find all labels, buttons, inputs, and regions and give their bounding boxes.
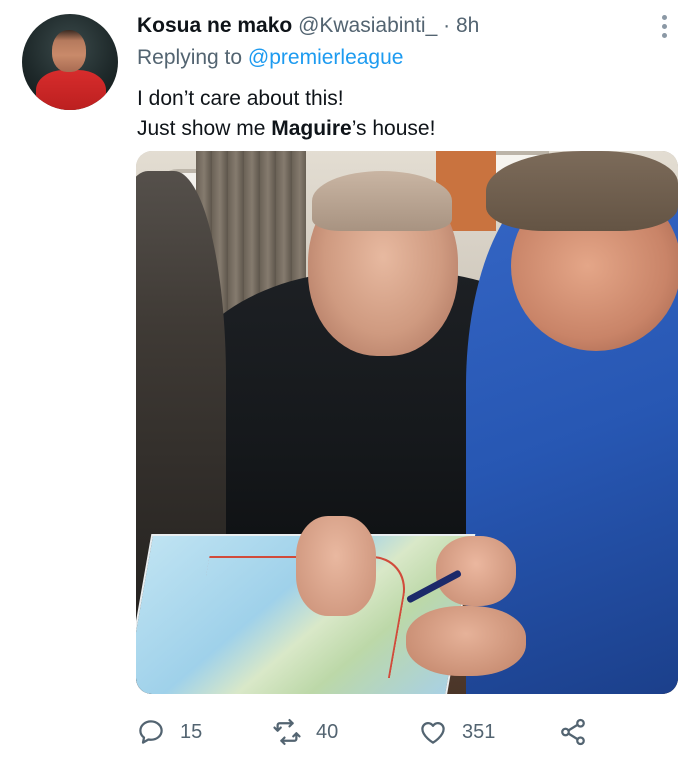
reply-button[interactable]: 15 [136,712,202,752]
header-separator: · [443,14,451,37]
retweet-icon [273,719,301,745]
replying-prefix: Replying to [137,46,243,69]
more-vertical-icon[interactable] [652,12,676,42]
share-icon [561,718,585,746]
reply-count: 15 [180,720,203,743]
tweet-text-line-2-suffix: ’s house! [351,117,436,140]
replying-to-line: Replying to @premierleague [137,45,403,71]
author-name[interactable]: Kosua ne mako [137,14,292,37]
tweet-time[interactable]: 8h [456,14,479,37]
avatar-shirt [36,70,106,110]
tweet-text-line-2-prefix: Just show me [137,117,272,140]
photo-hand-right-upper [436,536,516,606]
tweet-photo[interactable] [136,151,678,694]
author-avatar[interactable] [22,14,118,110]
tweet-text-line-2: Just show me Maguire’s house! [137,114,435,144]
avatar-head [52,30,86,72]
author-handle[interactable]: @Kwasiabinti_ [298,14,437,37]
tweet-header: Kosua ne mako @Kwasiabinti_ · 8h [137,13,479,39]
heart-icon [421,722,445,744]
photo-hand-pointing [296,516,376,616]
like-button[interactable]: 351 [418,712,495,752]
tweet-text: I don’t care about this! Just show me Ma… [137,84,435,144]
photo-hand-right-lower [406,606,526,676]
like-count: 351 [462,720,496,743]
replying-to-mention[interactable]: @premierleague [248,46,404,69]
photo-person-right-hair [486,151,678,231]
reply-icon [139,720,163,744]
tweet-text-bold: Maguire [271,117,352,140]
photo-person-center-hair [312,171,452,231]
tweet-text-line-1: I don’t care about this! [137,87,344,110]
retweet-button[interactable]: 40 [272,712,338,752]
tweet-actions: 15 40 351 [136,712,606,752]
share-button[interactable] [558,712,602,752]
retweet-count: 40 [316,720,339,743]
